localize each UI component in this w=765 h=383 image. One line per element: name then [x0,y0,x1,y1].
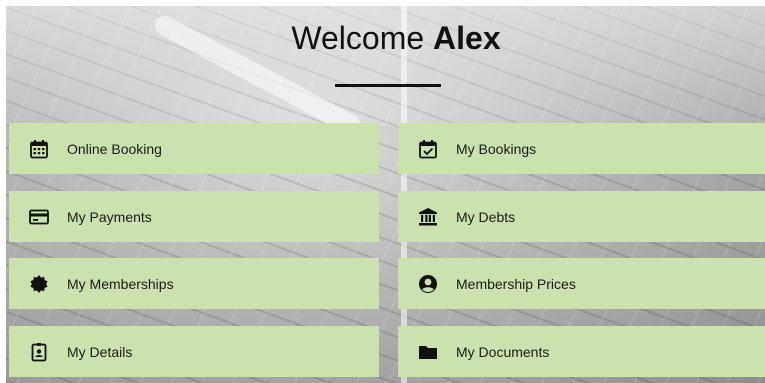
title-divider [335,84,441,87]
welcome-prefix: Welcome [291,20,425,56]
online-booking-label: Online Booking [67,140,162,157]
page-title: Welcome Alex [6,18,765,58]
badge-icon [29,273,49,295]
credit-card-icon [29,206,49,228]
id-badge-icon [29,341,49,363]
my-details-label: My Details [67,343,133,360]
my-payments-button[interactable]: My Payments [9,191,379,242]
calendar-grid-icon [29,138,49,160]
my-documents-label: My Documents [456,343,550,360]
my-documents-button[interactable]: My Documents [398,326,765,377]
account-circle-icon [418,273,438,295]
folder-icon [418,341,438,363]
my-payments-label: My Payments [67,208,152,225]
my-bookings-label: My Bookings [456,140,537,157]
my-debts-button[interactable]: My Debts [398,191,765,242]
hero-background: Welcome Alex Online Booking My Bookings … [6,6,765,383]
membership-prices-label: Membership Prices [456,275,576,292]
online-booking-button[interactable]: Online Booking [9,123,379,174]
calendar-check-icon [418,138,438,160]
membership-prices-button[interactable]: Membership Prices [398,258,765,309]
my-memberships-button[interactable]: My Memberships [9,258,379,309]
my-bookings-button[interactable]: My Bookings [398,123,765,174]
bank-icon [418,206,438,228]
user-name: Alex [433,20,501,56]
my-details-button[interactable]: My Details [9,326,379,377]
my-memberships-label: My Memberships [67,275,174,292]
my-debts-label: My Debts [456,208,516,225]
